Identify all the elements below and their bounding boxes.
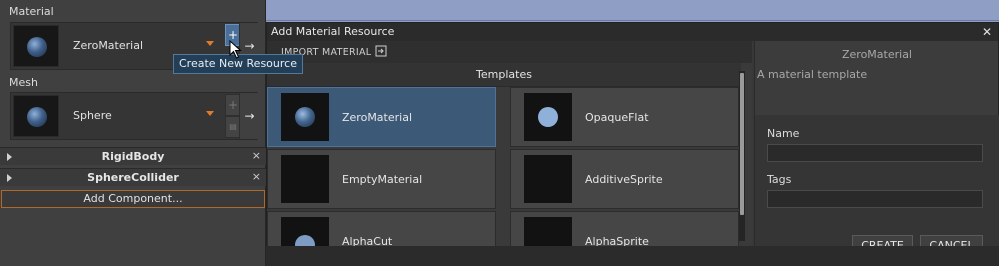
template-additivesprite[interactable]: AdditiveSprite xyxy=(510,149,739,209)
name-label: Name xyxy=(767,127,800,140)
dialog-title: Add Material Resource xyxy=(271,25,395,38)
component-name: SphereCollider xyxy=(87,171,179,184)
add-material-resource-dialog: Add Material Resource ✕ IMPORT MATERIAL … xyxy=(266,22,999,266)
tags-field[interactable] xyxy=(767,190,983,208)
scrollbar-thumb[interactable] xyxy=(740,73,744,215)
material-preview xyxy=(13,25,59,67)
template-preview xyxy=(281,93,329,141)
import-icon[interactable] xyxy=(375,45,387,57)
component-rigidbody[interactable]: RigidBody × xyxy=(0,147,266,165)
sphere-preview-icon xyxy=(295,107,315,127)
template-name: EmptyMaterial xyxy=(342,173,423,186)
create-form: Name Tags CREATE CANCEL xyxy=(755,115,999,266)
sphere-preview-icon xyxy=(27,107,47,127)
template-opaqueflat[interactable]: OpaqueFlat xyxy=(510,87,739,147)
remove-component-icon[interactable]: × xyxy=(252,170,261,183)
mesh-section-title: Mesh xyxy=(9,76,38,89)
template-zeromaterial[interactable]: ZeroMaterial xyxy=(267,87,496,147)
template-name: AdditiveSprite xyxy=(585,173,663,186)
template-preview xyxy=(524,93,572,141)
selected-template-description: A material template xyxy=(757,68,868,81)
templates-pane: IMPORT MATERIAL Templates ZeroMaterial O… xyxy=(267,41,752,266)
open-mesh-button[interactable]: → xyxy=(239,93,259,139)
tags-label: Tags xyxy=(767,173,792,186)
templates-header: Templates xyxy=(267,63,741,87)
import-bar[interactable]: IMPORT MATERIAL xyxy=(267,41,752,63)
close-icon[interactable]: ✕ xyxy=(982,25,992,39)
add-component-button[interactable]: Add Component... xyxy=(1,190,265,208)
chevron-down-icon[interactable] xyxy=(206,41,214,46)
dialog-title-bar: Add Material Resource ✕ xyxy=(267,23,998,41)
mesh-resource-name: Sphere xyxy=(73,109,112,122)
chevron-down-icon[interactable] xyxy=(206,111,214,116)
mesh-preview xyxy=(13,95,59,137)
component-name: RigidBody xyxy=(101,150,165,163)
template-preview xyxy=(524,155,572,203)
template-name: ZeroMaterial xyxy=(342,111,413,124)
status-strip xyxy=(266,246,999,266)
mesh-resource-row[interactable]: Sphere + ▤ → xyxy=(10,92,259,140)
sphere-preview-icon xyxy=(538,107,558,127)
component-spherecollider[interactable]: SphereCollider × xyxy=(0,168,266,186)
template-preview xyxy=(281,155,329,203)
template-name: OpaqueFlat xyxy=(585,111,649,124)
sphere-preview-icon xyxy=(27,37,47,57)
inspector-panel: Material ZeroMaterial + → Mesh Sphere + … xyxy=(0,0,266,266)
material-resource-name: ZeroMaterial xyxy=(73,39,144,52)
remove-component-icon[interactable]: × xyxy=(252,149,261,162)
selected-template-title: ZeroMaterial xyxy=(841,48,912,61)
templates-grid: ZeroMaterial OpaqueFlat EmptyMaterial Ad… xyxy=(267,87,739,266)
scene-horizon xyxy=(266,20,999,21)
template-details-pane: ZeroMaterial A material template Name Ta… xyxy=(754,41,999,266)
name-field[interactable] xyxy=(767,144,983,162)
material-section-title: Material xyxy=(9,5,54,18)
template-emptymaterial[interactable]: EmptyMaterial xyxy=(267,149,496,209)
